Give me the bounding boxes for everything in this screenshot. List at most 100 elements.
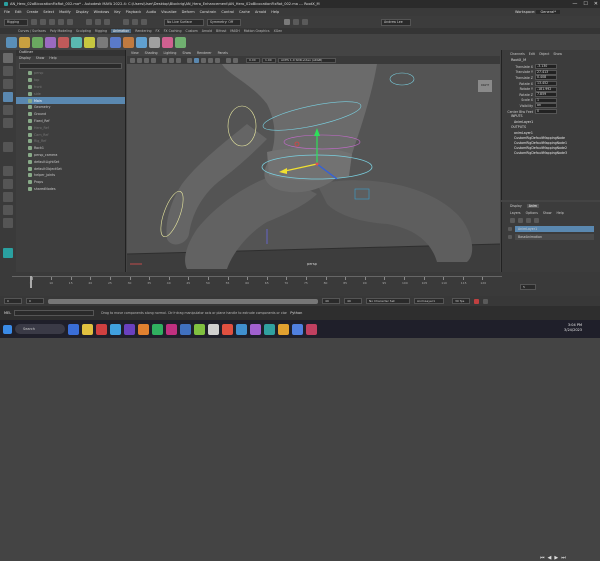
playback-end-field[interactable]: 49 [322, 298, 340, 304]
outliner-menu-display[interactable]: Display [19, 56, 31, 62]
menu-cache[interactable]: Cache [239, 10, 250, 14]
lasso-tool-icon[interactable] [3, 66, 13, 76]
outliner-menu-show[interactable]: Show [36, 56, 45, 62]
move-tool-icon[interactable] [3, 92, 13, 102]
shelf-tool-icon[interactable] [149, 36, 160, 48]
bookmark-icon[interactable] [144, 57, 149, 63]
new-layer-selected-icon[interactable] [534, 217, 539, 223]
camera-select-icon[interactable] [130, 57, 135, 63]
select-object-icon[interactable] [95, 19, 101, 25]
taskbar-app-icon[interactable] [194, 323, 205, 335]
current-frame-field[interactable]: 5 [520, 284, 536, 290]
taskbar-app-icon[interactable] [306, 323, 317, 335]
menu-key[interactable]: Key [114, 10, 120, 14]
taskbar-app-icon[interactable] [82, 323, 93, 335]
colorspace-dropdown[interactable]: ACES 1.0 SDR-video (sRGB) [278, 57, 336, 63]
menu-create[interactable]: Create [27, 10, 39, 14]
exposure-field[interactable]: 0.00 [246, 57, 260, 63]
range-slider[interactable] [48, 298, 318, 304]
layer-visibility-icon[interactable] [508, 234, 512, 239]
textured-icon[interactable] [201, 57, 206, 63]
last-tool-icon[interactable] [3, 142, 13, 152]
taskbar-app-icon[interactable] [138, 323, 149, 335]
isolate-select-icon[interactable] [233, 57, 238, 63]
vp-menu-renderer[interactable]: Renderer [197, 51, 212, 55]
resolution-gate-icon[interactable] [176, 57, 181, 63]
shelf-tool-icon[interactable] [84, 36, 95, 48]
shelf-tool-icon[interactable] [162, 36, 173, 48]
shelf-tab-custom[interactable]: Custom [185, 29, 197, 33]
paint-select-icon[interactable] [3, 79, 13, 89]
render-settings-icon[interactable] [302, 19, 308, 25]
time-ruler[interactable]: 5101520253035404550556065707580859095100… [12, 276, 502, 288]
shelf-tab-mash[interactable]: MASH [230, 29, 239, 33]
menu-set-dropdown[interactable]: Rigging [4, 18, 28, 26]
shelf-tool-icon[interactable] [123, 36, 134, 48]
end-time-field[interactable]: 49 [344, 298, 362, 304]
taskbar-app-icon[interactable] [250, 323, 261, 335]
maximize-button[interactable]: ☐ [583, 0, 587, 8]
outliner-item[interactable]: helper_joints [16, 172, 125, 179]
channel-value[interactable]: 7.859 [535, 92, 557, 98]
layer-down-icon[interactable] [518, 217, 523, 223]
shelf-tab-bifrost[interactable]: Bifrost [216, 29, 226, 33]
shelf-tool-icon[interactable] [97, 36, 108, 48]
user-account[interactable]: Andrew Lee [381, 18, 411, 26]
shelf-tab-fx-caching[interactable]: FX Caching [164, 29, 182, 33]
camera-attr-icon[interactable] [137, 57, 142, 63]
taskbar-app-icon[interactable] [222, 323, 233, 335]
gamma-field[interactable]: 1.00 [262, 57, 276, 63]
shelf-tab-sculpting[interactable]: Sculpting [76, 29, 91, 33]
menu-visualize[interactable]: Visualize [161, 10, 176, 14]
channel-value[interactable]: 1 [535, 97, 557, 103]
layer-menu-help[interactable]: Help [556, 211, 563, 215]
shelf-tool-icon[interactable] [19, 36, 30, 48]
channels-menu-show[interactable]: Show [553, 52, 562, 56]
taskbar-clock[interactable]: 3:04 PM 3/24/2023 [564, 323, 582, 333]
taskbar-app-icon[interactable] [208, 323, 219, 335]
auto-key-icon[interactable] [474, 298, 479, 304]
outliner-item[interactable]: side [16, 90, 125, 97]
outliner-item[interactable]: Props [16, 179, 125, 186]
outliner-item[interactable]: front [16, 84, 125, 91]
select-tool-icon[interactable] [3, 53, 13, 63]
command-input[interactable] [14, 310, 95, 316]
search-icon[interactable] [3, 218, 13, 228]
ipr-render-icon[interactable] [293, 19, 299, 25]
menu-select[interactable]: Select [43, 10, 54, 14]
select-hierarchy-icon[interactable] [86, 19, 92, 25]
shelf-tool-icon[interactable] [32, 36, 43, 48]
vp-menu-shading[interactable]: Shading [145, 51, 158, 55]
graph-layout-icon[interactable] [3, 205, 13, 215]
channel-value[interactable]: 27.413 [535, 69, 557, 75]
menu-edit[interactable]: Edit [15, 10, 22, 14]
anim-prefs-icon[interactable] [483, 298, 488, 304]
vp-menu-lighting[interactable]: Lighting [164, 51, 177, 55]
smooth-shade-icon[interactable] [194, 57, 199, 63]
lights-icon[interactable] [208, 57, 213, 63]
start-time-field[interactable]: 0 [4, 298, 22, 304]
channels-menu-edit[interactable]: Edit [529, 52, 535, 56]
rotate-tool-icon[interactable] [3, 105, 13, 115]
close-button[interactable]: ✕ [594, 0, 598, 8]
taskbar-search-input[interactable]: Search [15, 324, 65, 334]
shelf-tab-curves[interactable]: Curves / Surfaces [18, 29, 46, 33]
wireframe-icon[interactable] [187, 57, 192, 63]
outliner-item[interactable]: top [16, 77, 125, 84]
layer-tab-anim[interactable]: Anim [526, 203, 539, 208]
menu-help[interactable]: Help [271, 10, 279, 14]
taskbar-app-icon[interactable] [278, 323, 289, 335]
layer-visibility-icon[interactable] [508, 226, 512, 231]
workspace-selector[interactable]: Workspace: General* [515, 10, 560, 14]
layer-tab-display[interactable]: Display [510, 204, 522, 208]
open-scene-icon[interactable] [40, 19, 46, 25]
film-gate-icon[interactable] [169, 57, 174, 63]
fps-dropdown[interactable]: 30 fps [452, 298, 470, 304]
shadows-icon[interactable] [215, 57, 220, 63]
layer-up-icon[interactable] [510, 217, 515, 223]
shelf-tool-icon[interactable] [175, 36, 186, 48]
shelf-tool-icon[interactable] [58, 36, 69, 48]
undo-icon[interactable] [58, 19, 64, 25]
symmetry-dropdown[interactable]: Symmetry: Off [207, 18, 241, 26]
outliner-layout-icon[interactable] [3, 192, 13, 202]
